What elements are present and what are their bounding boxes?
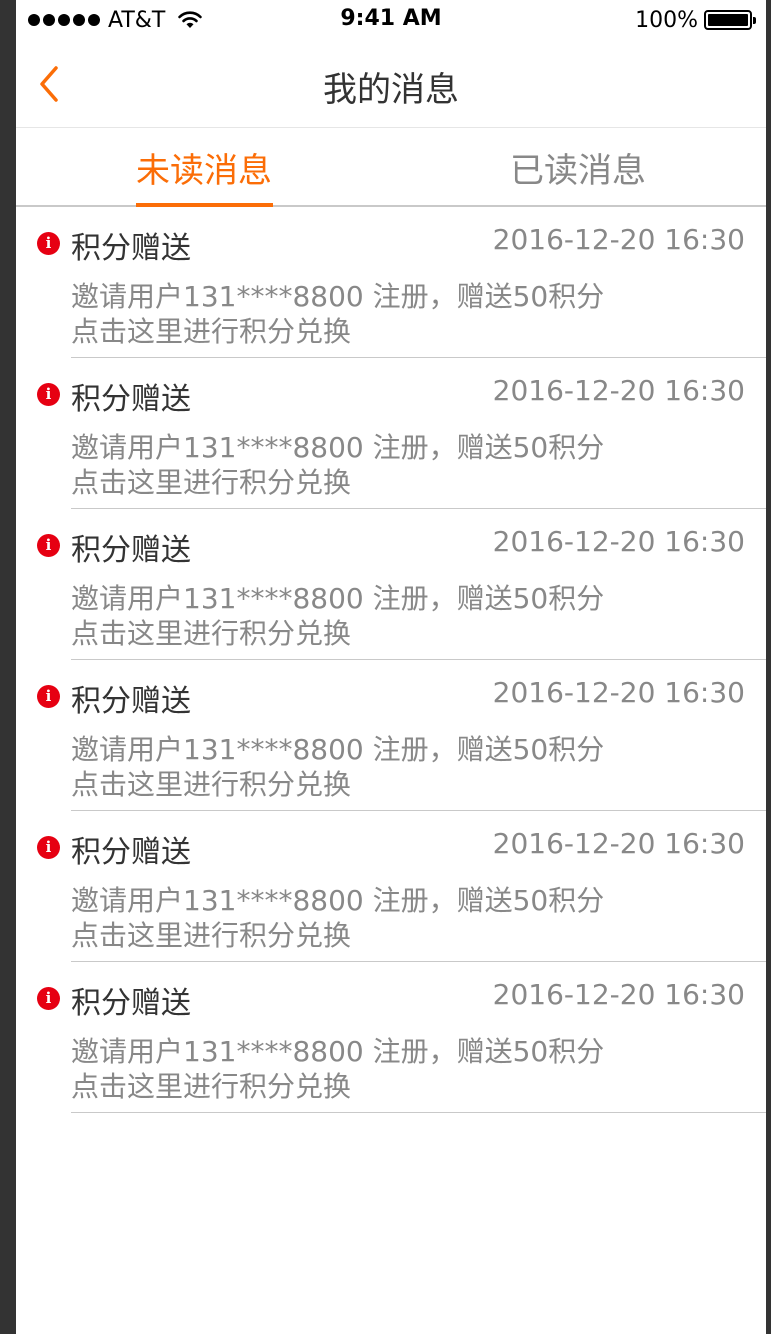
message-time: 2016-12-20 16:30 bbox=[492, 374, 745, 407]
message-title: 积分赠送 bbox=[71, 986, 191, 1021]
phone-screen: AT&T 9:41 AM 100% 我的消息 未读消息 已读消息 i 积分赠送 20… bbox=[16, 0, 766, 1334]
info-icon: i bbox=[37, 383, 60, 406]
row-divider bbox=[71, 1112, 766, 1113]
tab-unread[interactable]: 未读消息 bbox=[136, 143, 272, 192]
info-icon: i bbox=[37, 232, 60, 255]
tab-bar: 未读消息 已读消息 bbox=[16, 129, 766, 207]
tab-read[interactable]: 已读消息 bbox=[510, 143, 646, 192]
message-row[interactable]: i 积分赠送 2016-12-20 16:30 邀请用户131****8800 注册，… bbox=[16, 358, 766, 509]
battery-percent: 100% bbox=[635, 7, 698, 33]
message-link[interactable]: 点击这里进行积分兑换 bbox=[71, 914, 351, 954]
message-body: 邀请用户131****8800 注册，赠送50积分 bbox=[71, 1035, 605, 1068]
message-title: 积分赠送 bbox=[71, 835, 191, 870]
message-time: 2016-12-20 16:30 bbox=[492, 223, 745, 256]
page-title: 我的消息 bbox=[323, 70, 459, 110]
message-body: 邀请用户131****8800 注册，赠送50积分 bbox=[71, 582, 605, 615]
message-title: 积分赠送 bbox=[71, 684, 191, 719]
message-row[interactable]: i 积分赠送 2016-12-20 16:30 邀请用户131****8800 注册，… bbox=[16, 962, 766, 1113]
message-title: 积分赠送 bbox=[71, 382, 191, 417]
message-time: 2016-12-20 16:30 bbox=[492, 978, 745, 1011]
info-icon: i bbox=[37, 836, 60, 859]
message-title: 积分赠送 bbox=[71, 533, 191, 568]
info-icon: i bbox=[37, 987, 60, 1010]
message-time: 2016-12-20 16:30 bbox=[492, 827, 745, 860]
message-link[interactable]: 点击这里进行积分兑换 bbox=[71, 1065, 351, 1105]
message-body: 邀请用户131****8800 注册，赠送50积分 bbox=[71, 733, 605, 766]
info-icon: i bbox=[37, 534, 60, 557]
message-row[interactable]: i 积分赠送 2016-12-20 16:30 邀请用户131****8800 注册，… bbox=[16, 811, 766, 962]
message-title: 积分赠送 bbox=[71, 231, 191, 266]
message-body: 邀请用户131****8800 注册，赠送50积分 bbox=[71, 280, 605, 313]
message-time: 2016-12-20 16:30 bbox=[492, 676, 745, 709]
status-bar: AT&T 9:41 AM 100% bbox=[16, 0, 766, 40]
message-body: 邀请用户131****8800 注册，赠送50积分 bbox=[71, 431, 605, 464]
nav-bar: 我的消息 bbox=[16, 40, 766, 128]
battery-fill bbox=[708, 14, 748, 26]
message-body: 邀请用户131****8800 注册，赠送50积分 bbox=[71, 884, 605, 917]
message-link[interactable]: 点击这里进行积分兑换 bbox=[71, 612, 351, 652]
message-link[interactable]: 点击这里进行积分兑换 bbox=[71, 763, 351, 803]
message-link[interactable]: 点击这里进行积分兑换 bbox=[71, 310, 351, 350]
message-row[interactable]: i 积分赠送 2016-12-20 16:30 邀请用户131****8800 注册，… bbox=[16, 207, 766, 358]
message-row[interactable]: i 积分赠送 2016-12-20 16:30 邀请用户131****8800 注册，… bbox=[16, 660, 766, 811]
info-icon: i bbox=[37, 685, 60, 708]
message-list: i 积分赠送 2016-12-20 16:30 邀请用户131****8800 注册，… bbox=[16, 207, 766, 1113]
battery-icon bbox=[704, 10, 756, 30]
message-link[interactable]: 点击这里进行积分兑换 bbox=[71, 461, 351, 501]
message-time: 2016-12-20 16:30 bbox=[492, 525, 745, 558]
message-row[interactable]: i 积分赠送 2016-12-20 16:30 邀请用户131****8800 注册，… bbox=[16, 509, 766, 660]
status-right: 100% bbox=[635, 6, 756, 34]
